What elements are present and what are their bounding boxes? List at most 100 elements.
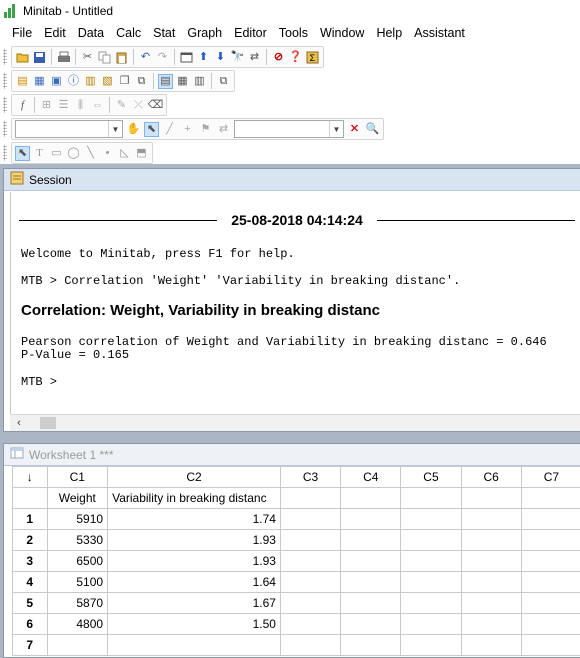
cell-c2[interactable]: 1.67 — [107, 592, 281, 614]
cell-c7[interactable] — [520, 508, 580, 530]
menu-file[interactable]: File — [4, 22, 38, 44]
session-title-bar[interactable]: Session — [4, 169, 580, 191]
project-manager-icon[interactable]: ▥ — [192, 74, 207, 89]
insert-rows-icon[interactable]: ☰ — [56, 98, 71, 113]
related-documents-icon[interactable]: ❐ — [117, 74, 132, 89]
polygon-tool-icon[interactable]: ⬒ — [134, 146, 149, 161]
cell-c6[interactable] — [460, 529, 522, 551]
menu-data[interactable]: Data — [72, 22, 110, 44]
statguide-icon[interactable]: Σ — [305, 50, 320, 65]
cell-c4[interactable] — [340, 592, 402, 614]
cell-c5[interactable] — [400, 592, 462, 614]
cell-c6[interactable] — [460, 613, 522, 635]
cell-c7[interactable] — [520, 529, 580, 551]
cell-c7[interactable] — [520, 571, 580, 593]
show-report-icon[interactable]: ▧ — [100, 74, 115, 89]
cell-c4[interactable] — [340, 550, 402, 572]
toolbar-grip-icon[interactable] — [3, 121, 7, 137]
row-header[interactable]: 1 — [12, 508, 48, 530]
session-window-icon[interactable]: ▤ — [158, 73, 173, 89]
toolbar-grip-icon[interactable] — [3, 49, 7, 65]
menu-stat[interactable]: Stat — [147, 22, 181, 44]
cell-c2[interactable]: 1.74 — [107, 508, 281, 530]
save-icon[interactable] — [32, 50, 47, 65]
menu-window[interactable]: Window — [314, 22, 370, 44]
cell-c5[interactable] — [400, 529, 462, 551]
menu-tools[interactable]: Tools — [273, 22, 314, 44]
column-name-c3[interactable] — [279, 487, 342, 509]
define-formula-icon[interactable]: ✎ — [114, 98, 129, 113]
brush-icon[interactable]: ✋ — [126, 122, 141, 137]
column-header-c4[interactable]: C4 — [340, 466, 402, 488]
toolbar-grip-icon[interactable] — [3, 73, 7, 89]
cancel-icon[interactable]: ⊘ — [271, 50, 286, 65]
cell-c6[interactable] — [460, 571, 522, 593]
column-header-c7[interactable]: C7 — [520, 466, 580, 488]
line-tool-icon[interactable]: ╲ — [83, 146, 98, 161]
crosshairs-icon[interactable]: + — [180, 122, 195, 137]
cell-c4[interactable] — [340, 634, 402, 656]
toolbar-grip-icon[interactable] — [3, 97, 7, 113]
column-header-c6[interactable]: C6 — [460, 466, 522, 488]
graph-combo[interactable]: ▼ — [15, 120, 123, 138]
clear-cells-icon[interactable]: ⌫ — [148, 98, 164, 113]
cell-c1[interactable]: 4800 — [46, 613, 109, 635]
cell-c3[interactable] — [279, 592, 342, 614]
column-name-c5[interactable] — [400, 487, 462, 509]
data-window-icon[interactable]: ▦ — [175, 74, 190, 89]
cell-c3[interactable] — [279, 571, 342, 593]
column-name-c4[interactable] — [340, 487, 402, 509]
redo-icon[interactable]: ↷ — [155, 50, 170, 65]
cell-c4[interactable] — [340, 508, 402, 530]
zoom-icon[interactable]: 🔍 — [365, 122, 380, 137]
copy-icon[interactable] — [97, 50, 112, 65]
text-tool-icon[interactable]: T — [32, 146, 47, 161]
cell-c5[interactable] — [400, 613, 462, 635]
cell-c1[interactable]: 6500 — [46, 550, 109, 572]
cell-c2[interactable]: 1.93 — [107, 550, 281, 572]
column-name-c1[interactable]: Weight — [46, 487, 109, 509]
cell-c3[interactable] — [279, 508, 342, 530]
formula-icon[interactable]: f — [15, 98, 30, 113]
cell-c7[interactable] — [520, 634, 580, 656]
cell-c5[interactable] — [400, 634, 462, 656]
show-session-icon[interactable]: ▤ — [15, 74, 30, 89]
cell-c6[interactable] — [460, 592, 522, 614]
cell-c1[interactable]: 5330 — [46, 529, 109, 551]
menu-help[interactable]: Help — [370, 22, 408, 44]
select-pointer-icon[interactable]: ⬉ — [15, 145, 30, 161]
insert-cells-icon[interactable]: ⊞ — [39, 98, 54, 113]
row-header[interactable]: 4 — [12, 571, 48, 593]
column-name-c6[interactable] — [460, 487, 522, 509]
cell-c3[interactable] — [279, 550, 342, 572]
scrollbar-thumb[interactable] — [40, 417, 56, 429]
cut-icon[interactable]: ✂ — [80, 50, 95, 65]
select-icon[interactable]: ⬉ — [144, 121, 159, 137]
find-icon[interactable]: 🔭 — [230, 50, 245, 65]
show-worksheets-icon[interactable]: ▦ — [32, 74, 47, 89]
row-header[interactable]: 5 — [12, 592, 48, 614]
column-header-c5[interactable]: C5 — [400, 466, 462, 488]
print-icon[interactable] — [56, 50, 71, 65]
cell-c3[interactable] — [279, 613, 342, 635]
cell-c5[interactable] — [400, 550, 462, 572]
cell-c1[interactable]: 5870 — [46, 592, 109, 614]
show-info-icon[interactable]: ⓘ — [66, 74, 81, 89]
cell-c7[interactable] — [520, 592, 580, 614]
design-icon[interactable]: ⧉ — [134, 74, 149, 89]
menu-graph[interactable]: Graph — [181, 22, 228, 44]
set-id-icon[interactable]: ⇄ — [216, 122, 231, 137]
undo-icon[interactable]: ↶ — [138, 50, 153, 65]
column-name-c2[interactable]: Variability in breaking distanc — [107, 487, 281, 509]
column-header-c1[interactable]: C1 — [46, 466, 109, 488]
next-down-icon[interactable]: ⬇ — [213, 50, 228, 65]
cell-c7[interactable] — [520, 550, 580, 572]
column-header-c3[interactable]: C3 — [279, 466, 342, 488]
show-graphs-icon[interactable]: ▣ — [49, 74, 64, 89]
open-icon[interactable] — [15, 50, 30, 65]
cell-c6[interactable] — [460, 634, 522, 656]
id-variable-combo[interactable]: ▼ — [234, 120, 344, 138]
cell-c3[interactable] — [279, 634, 342, 656]
cell-c2[interactable]: 1.93 — [107, 529, 281, 551]
cell-c2[interactable] — [107, 634, 281, 656]
